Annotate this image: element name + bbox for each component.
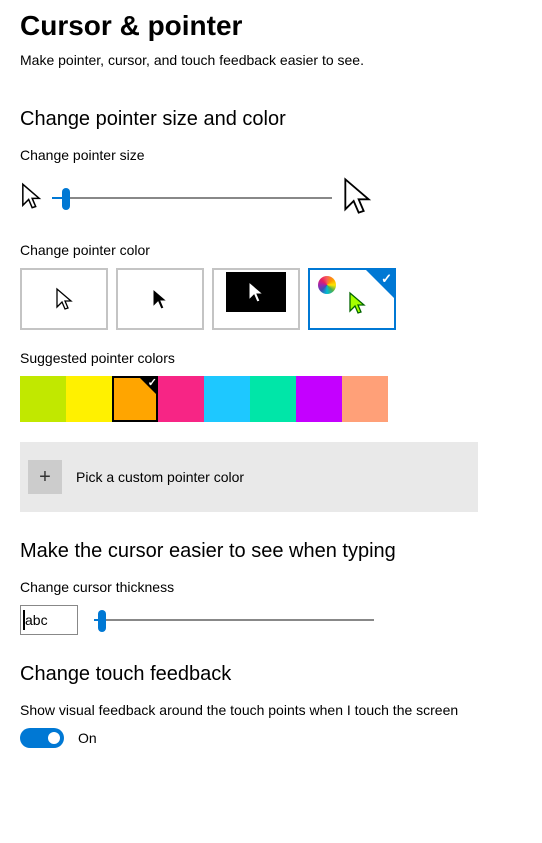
pick-custom-color-label: Pick a custom pointer color xyxy=(76,469,244,485)
checkmark-icon: ✓ xyxy=(148,376,157,389)
cursor-thickness-label: Change cursor thickness xyxy=(20,579,522,595)
suggested-color-5[interactable] xyxy=(250,376,296,422)
cursor-thickness-slider[interactable] xyxy=(94,610,374,630)
plus-icon: + xyxy=(28,460,62,494)
pointer-size-label: Change pointer size xyxy=(20,147,522,163)
checkmark-icon: ✓ xyxy=(381,271,392,287)
section-heading-cursor: Make the cursor easier to see when typin… xyxy=(20,540,522,563)
page-title: Cursor & pointer xyxy=(20,10,522,42)
section-heading-size-color: Change pointer size and color xyxy=(20,108,522,131)
pointer-color-white[interactable] xyxy=(20,268,108,330)
suggested-colors-label: Suggested pointer colors xyxy=(20,350,522,366)
page-subtitle: Make pointer, cursor, and touch feedback… xyxy=(20,52,522,68)
pointer-color-inverted[interactable] xyxy=(212,268,300,330)
cursor-thickness-preview: abc xyxy=(20,605,78,635)
touch-feedback-label: Show visual feedback around the touch po… xyxy=(20,702,480,718)
touch-feedback-toggle[interactable] xyxy=(20,728,64,748)
suggested-color-3[interactable] xyxy=(158,376,204,422)
pointer-size-slider[interactable] xyxy=(52,188,332,208)
cursor-small-icon xyxy=(20,182,42,213)
cursor-large-icon xyxy=(342,173,372,222)
suggested-color-2[interactable]: ✓ xyxy=(112,376,158,422)
suggested-color-1[interactable] xyxy=(66,376,112,422)
pointer-color-label: Change pointer color xyxy=(20,242,522,258)
suggested-color-palette: ✓ xyxy=(20,376,388,422)
pointer-color-custom[interactable]: ✓ xyxy=(308,268,396,330)
touch-feedback-state: On xyxy=(78,730,97,746)
color-wheel-icon xyxy=(318,276,336,294)
suggested-color-0[interactable] xyxy=(20,376,66,422)
suggested-color-6[interactable] xyxy=(296,376,342,422)
suggested-color-4[interactable] xyxy=(204,376,250,422)
pointer-color-options: ✓ xyxy=(20,268,522,330)
pointer-color-black[interactable] xyxy=(116,268,204,330)
suggested-color-7[interactable] xyxy=(342,376,388,422)
pick-custom-color-button[interactable]: + Pick a custom pointer color xyxy=(20,442,478,512)
section-heading-touch: Change touch feedback xyxy=(20,663,522,686)
